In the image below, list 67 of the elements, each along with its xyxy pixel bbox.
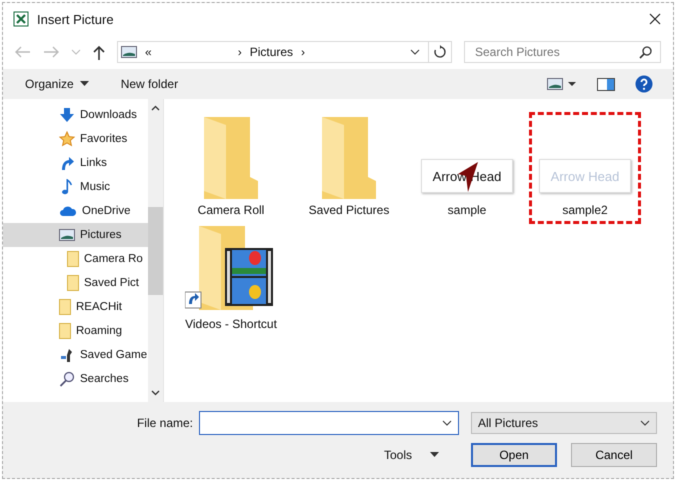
caret-icon <box>430 452 439 458</box>
sidebar-item[interactable]: Music <box>3 175 148 199</box>
organize-button[interactable]: Organize <box>19 73 95 95</box>
window-title: Insert Picture <box>37 12 114 26</box>
sidebar-item[interactable]: REACHit <box>3 295 148 319</box>
file-name: Camera Roll <box>198 203 264 217</box>
sidebar-item[interactable]: Links <box>3 151 148 175</box>
sidebar-item[interactable]: Pictures <box>3 223 148 247</box>
open-button[interactable]: Open <box>471 443 557 467</box>
spreadsheet-app-icon <box>13 11 29 27</box>
file-name-field[interactable] <box>199 411 459 435</box>
breadcrumb-separator: › <box>238 45 242 59</box>
chevron-down-icon[interactable] <box>410 48 420 56</box>
down-arrow-icon <box>59 107 75 123</box>
cloud-icon <box>59 205 77 217</box>
magnifier-icon <box>59 371 75 387</box>
close-icon[interactable] <box>649 13 661 25</box>
sidebar-item[interactable]: Roaming <box>3 319 148 343</box>
star-icon <box>59 131 75 147</box>
chevron-down-icon[interactable] <box>442 419 452 427</box>
view-options-icon[interactable] <box>547 78 577 90</box>
address-bar[interactable]: « › Pictures › <box>117 41 452 63</box>
file-name: Saved Pictures <box>308 203 390 217</box>
sidebar-item[interactable]: Favorites <box>3 127 148 151</box>
file-name: sample <box>448 203 486 217</box>
help-icon[interactable] <box>635 75 653 93</box>
file-name-label: File name: <box>136 416 193 430</box>
file-item[interactable]: Videos - Shortcut <box>176 227 286 337</box>
sidebar-item[interactable]: Saved Game <box>3 343 148 367</box>
folder-icon <box>204 117 258 199</box>
sidebar-item[interactable]: OneDrive <box>3 199 148 223</box>
scroll-up-icon[interactable] <box>151 105 160 111</box>
cancel-button[interactable]: Cancel <box>571 443 657 467</box>
sidebar-item[interactable]: Camera Ro <box>3 247 148 271</box>
folder-icon <box>59 299 71 315</box>
folder-icon <box>67 251 79 267</box>
new-folder-button[interactable]: New folder <box>114 73 184 95</box>
up-arrow-icon[interactable] <box>93 44 105 60</box>
folder-icon <box>67 275 79 291</box>
music-note-icon <box>59 179 75 195</box>
file-item[interactable]: Arrow Head sample2 <box>530 113 640 223</box>
file-type-dropdown[interactable]: All Pictures <box>471 412 657 434</box>
sidebar-item[interactable]: Downloads <box>3 103 148 127</box>
tools-button[interactable]: Tools <box>378 444 445 466</box>
file-item[interactable]: Camera Roll <box>176 113 286 223</box>
folder-icon <box>322 117 376 199</box>
refresh-icon[interactable] <box>433 45 447 59</box>
search-field[interactable]: Search Pictures <box>464 41 661 63</box>
scroll-down-icon[interactable] <box>151 390 160 396</box>
caret-icon <box>80 81 89 87</box>
file-name: sample2 <box>562 203 608 217</box>
chevron-down-icon <box>640 419 650 427</box>
folder-icon <box>59 323 71 339</box>
file-item[interactable]: Saved Pictures <box>294 113 404 223</box>
image-text: Arrow Head <box>550 168 620 184</box>
breadcrumb-overflow[interactable]: « <box>145 45 152 59</box>
pictures-icon <box>121 46 137 58</box>
curved-arrow-icon <box>59 155 75 171</box>
preview-pane-icon[interactable] <box>597 78 615 90</box>
pictures-icon <box>59 229 75 241</box>
sidebar-item[interactable]: Saved Pict <box>3 271 148 295</box>
breadcrumb-separator: › <box>301 45 306 59</box>
sidebar-item[interactable]: Searches <box>3 367 148 391</box>
chess-piece-icon <box>59 347 75 363</box>
breadcrumb-item[interactable]: Pictures <box>250 45 294 59</box>
search-icon <box>639 46 652 58</box>
file-name: Videos - Shortcut <box>185 317 277 331</box>
